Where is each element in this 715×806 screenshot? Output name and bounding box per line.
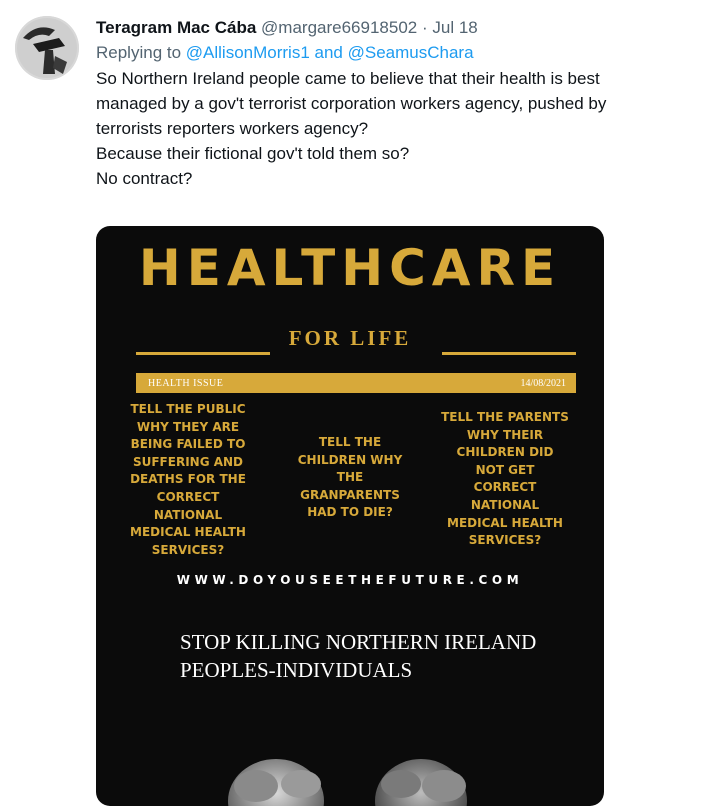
column-1-line: MEDICAL HEALTH: [130, 525, 246, 540]
column-3-line: TELL THE PARENTS: [441, 410, 569, 424]
column-2-line: GRANPARENTS: [300, 487, 400, 502]
tweet-media-image[interactable]: HEALTHCARE FOR LIFE HEALTH ISSUE 14/08/2…: [96, 226, 604, 806]
poster-subtitle: FOR LIFE: [288, 326, 412, 350]
column-3-line: CORRECT: [473, 480, 537, 495]
reply-and[interactable]: and: [310, 43, 348, 62]
reply-context: Replying to @AllisonMorris1 and @SeamusC…: [96, 41, 701, 65]
poster-website: WWW.DOYOUSEETHEFUTURE.COM: [176, 573, 524, 587]
column-1-line: WHY THEY ARE: [136, 419, 240, 434]
avatar[interactable]: [15, 16, 79, 80]
column-2-line: THE: [336, 470, 364, 485]
column-1-line: CORRECT: [156, 489, 220, 504]
headline-line: PEOPLES-INDIVIDUALS: [180, 658, 413, 682]
issue-bar: HEALTH ISSUE 14/08/2021: [136, 373, 576, 393]
column-1-line: BEING FAILED TO: [130, 437, 246, 452]
tweet-text: So Northern Ireland people came to belie…: [96, 66, 701, 191]
poster-divider-right: [442, 352, 576, 355]
column-1-line: TELL THE PUBLIC: [130, 402, 246, 416]
tweet[interactable]: Teragram Mac Cába @margare66918502 · Jul…: [0, 0, 715, 806]
tweet-text-line: managed by a gov't terrorist corporation…: [96, 94, 607, 113]
mention-link-2[interactable]: @SeamusChara: [348, 43, 474, 62]
headline-line: STOP KILLING NORTHERN IRELAND: [180, 630, 537, 654]
poster-column-2: TELL THE CHILDREN WHY THE GRANPARENTS HA…: [282, 434, 418, 522]
reply-prefix: Replying to: [96, 43, 186, 62]
tweet-date[interactable]: Jul 18: [432, 18, 477, 37]
poster-column-1: TELL THE PUBLIC WHY THEY ARE BEING FAILE…: [118, 401, 258, 559]
poster-headline: STOP KILLING NORTHERN IRELAND PEOPLES-IN…: [180, 628, 600, 684]
column-2-line: HAD TO DIE?: [307, 505, 393, 520]
column-2-line: CHILDREN WHY: [297, 452, 403, 467]
avatar-image: [15, 16, 79, 80]
tweet-header: Teragram Mac Cába @margare66918502 · Jul…: [96, 16, 701, 40]
column-3-line: SERVICES?: [468, 533, 542, 548]
column-2-line: TELL THE: [318, 435, 382, 449]
separator-dot: ·: [421, 18, 428, 37]
tweet-text-line: terrorists reporters workers agency?: [96, 119, 369, 138]
column-3-line: CHILDREN DID: [456, 445, 554, 460]
issue-date: 14/08/2021: [520, 378, 566, 389]
column-3-line: NOT GET: [475, 462, 535, 477]
tweet-text-line: So Northern Ireland people came to belie…: [96, 69, 600, 88]
display-name[interactable]: Teragram Mac Cába: [96, 18, 256, 37]
poster-column-3: TELL THE PARENTS WHY THEIR CHILDREN DID …: [430, 409, 580, 550]
poster-title: HEALTHCARE: [138, 239, 562, 297]
user-handle[interactable]: @margare66918502: [261, 18, 417, 37]
poster-divider-left: [136, 352, 270, 355]
tweet-text-line: Because their fictional gov't told them …: [96, 144, 410, 163]
column-1-line: DEATHS FOR THE: [130, 472, 246, 487]
mention-link-1[interactable]: @AllisonMorris1: [186, 43, 310, 62]
column-1-line: NATIONAL: [153, 507, 223, 522]
tweet-content: Teragram Mac Cába @margare66918502 · Jul…: [96, 16, 701, 191]
column-1-line: SUFFERING AND: [132, 454, 244, 469]
column-1-line: SERVICES?: [151, 542, 225, 557]
poster-figures-image: [228, 759, 467, 806]
column-3-line: NATIONAL: [470, 497, 540, 512]
column-3-line: MEDICAL HEALTH: [447, 515, 563, 530]
issue-label: HEALTH ISSUE: [148, 378, 224, 389]
column-3-line: WHY THEIR: [466, 427, 544, 442]
tweet-text-line: No contract?: [96, 169, 193, 188]
